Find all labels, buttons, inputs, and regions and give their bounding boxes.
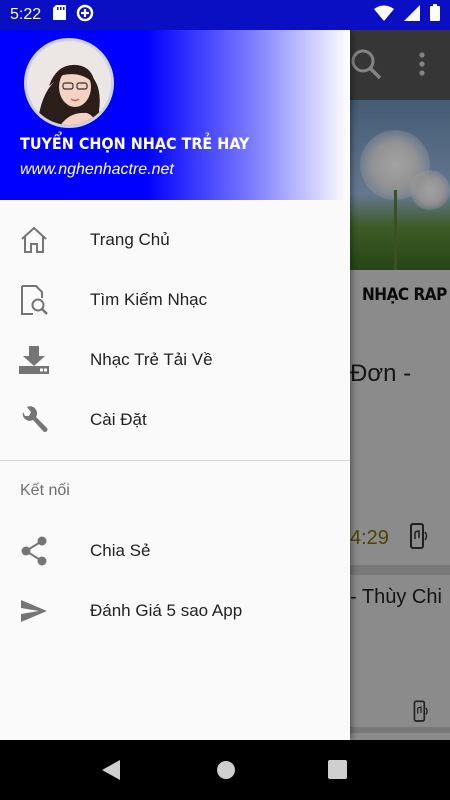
menu-item-label: Tìm Kiếm Nhạc bbox=[90, 290, 208, 309]
menu-item-rate-app[interactable]: Đánh Giá 5 sao App bbox=[0, 581, 350, 641]
menu-item-label: Nhạc Trẻ Tải Về bbox=[90, 350, 213, 369]
website-url[interactable]: www.nghenhactre.net bbox=[20, 161, 174, 179]
signal-icon bbox=[404, 4, 420, 26]
wrench-icon bbox=[18, 404, 50, 436]
drawer-header: TUYỂN CHỌN NHẠC TRẺ HAY www.nghenhactre.… bbox=[0, 30, 350, 200]
send-icon bbox=[18, 595, 50, 627]
sd-card-icon bbox=[53, 5, 67, 25]
menu-item-share[interactable]: Chia Sẻ bbox=[0, 521, 350, 581]
back-button[interactable] bbox=[102, 760, 122, 785]
avatar bbox=[24, 38, 114, 128]
status-bar: 5:22 bbox=[0, 0, 450, 30]
system-nav-bar bbox=[0, 740, 450, 800]
navigation-drawer: TUYỂN CHỌN NHẠC TRẺ HAY www.nghenhactre.… bbox=[0, 30, 350, 740]
menu-item-settings[interactable]: Cài Đặt bbox=[0, 390, 350, 450]
menu-item-label: Đánh Giá 5 sao App bbox=[90, 601, 243, 620]
menu-item-label: Trang Chủ bbox=[90, 230, 170, 249]
drawer-menu: Trang Chủ Tìm Kiếm Nhạc Nhạc Trẻ Tải Về … bbox=[0, 200, 350, 450]
wifi-icon bbox=[374, 5, 394, 26]
battery-icon bbox=[430, 4, 440, 26]
section-title: Kết nối bbox=[20, 482, 70, 499]
menu-item-home[interactable]: Trang Chủ bbox=[0, 210, 350, 270]
home-button[interactable] bbox=[216, 760, 236, 785]
search-file-icon bbox=[18, 284, 50, 316]
recents-button[interactable] bbox=[328, 760, 347, 784]
home-icon bbox=[18, 224, 50, 256]
menu-item-label: Cài Đặt bbox=[90, 410, 147, 429]
drawer-menu-connect: Chia Sẻ Đánh Giá 5 sao App bbox=[0, 521, 350, 641]
share-icon bbox=[18, 535, 50, 567]
data-saver-icon bbox=[76, 4, 94, 27]
app-title: TUYỂN CHỌN NHẠC TRẺ HAY bbox=[20, 134, 250, 153]
menu-item-label: Chia Sẻ bbox=[90, 541, 151, 560]
menu-item-downloads[interactable]: Nhạc Trẻ Tải Về bbox=[0, 330, 350, 390]
download-icon bbox=[18, 344, 50, 376]
status-time: 5:22 bbox=[10, 6, 42, 23]
menu-item-search-music[interactable]: Tìm Kiếm Nhạc bbox=[0, 270, 350, 330]
